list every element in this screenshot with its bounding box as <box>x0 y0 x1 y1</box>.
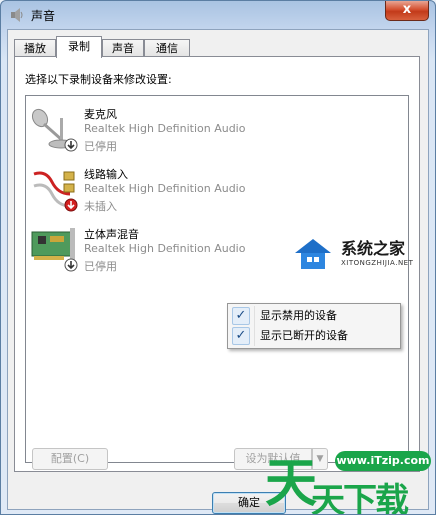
device-state: 已停用 <box>84 140 117 153</box>
device-description: Realtek High Definition Audio <box>84 242 246 255</box>
device-state: 已停用 <box>84 260 117 273</box>
unplugged-red-badge-icon <box>64 198 78 212</box>
check-icon: ✓ <box>232 307 250 325</box>
speaker-icon <box>11 8 23 22</box>
device-name: 麦克风 <box>84 108 117 121</box>
menu-item-label: 显示已断开的设备 <box>260 329 348 342</box>
watermark-url: www.iTzip.com <box>335 451 431 471</box>
device-description: Realtek High Definition Audio <box>84 182 246 195</box>
check-icon: ✓ <box>232 327 250 345</box>
sound-dialog: 声音 x 播放 录制 声音 通信 选择以下录制设备来修改设置: 麦克风 Real… <box>0 0 436 515</box>
instruction-label: 选择以下录制设备来修改设置: <box>25 73 172 86</box>
device-name: 立体声混音 <box>84 228 139 241</box>
title-bar[interactable]: 声音 x <box>1 1 435 29</box>
configure-button[interactable]: 配置(C) <box>32 448 108 470</box>
watermark-subtitle: XITONGZHIJIA.NET <box>341 259 414 267</box>
device-list[interactable]: 麦克风 Realtek High Definition Audio 已停用 线路… <box>25 95 409 463</box>
disabled-arrow-badge-icon <box>64 258 78 272</box>
menu-item-show-disconnected-devices[interactable]: ✓ 显示已断开的设备 <box>230 326 398 346</box>
close-button[interactable]: x <box>385 1 429 21</box>
tab-sounds[interactable]: 声音 <box>102 39 144 56</box>
device-state: 未插入 <box>84 200 117 213</box>
tab-communications[interactable]: 通信 <box>144 39 190 56</box>
device-item-line-in[interactable]: 线路输入 Realtek High Definition Audio 未插入 <box>26 162 406 220</box>
device-name: 线路输入 <box>84 168 128 181</box>
menu-item-label: 显示禁用的设备 <box>260 309 337 322</box>
tab-playback[interactable]: 播放 <box>14 39 56 56</box>
house-logo-icon <box>295 239 331 269</box>
watermark-brand: 天下载 <box>311 481 409 515</box>
watermark-title: 系统之家 <box>341 239 406 258</box>
xitongzhijia-watermark: 系统之家 XITONGZHIJIA.NET <box>291 231 431 277</box>
menu-item-show-disabled-devices[interactable]: ✓ 显示禁用的设备 <box>230 306 398 326</box>
device-item-microphone[interactable]: 麦克风 Realtek High Definition Audio 已停用 <box>26 102 406 160</box>
disabled-arrow-badge-icon <box>64 138 78 152</box>
itzip-watermark: 天 www.iTzip.com 天下载 <box>263 441 435 515</box>
window-title: 声音 <box>31 9 56 23</box>
context-menu: ✓ 显示禁用的设备 ✓ 显示已断开的设备 <box>227 303 401 349</box>
device-description: Realtek High Definition Audio <box>84 122 246 135</box>
watermark-logo-char: 天 <box>265 454 318 514</box>
tab-recording[interactable]: 录制 <box>56 36 102 58</box>
